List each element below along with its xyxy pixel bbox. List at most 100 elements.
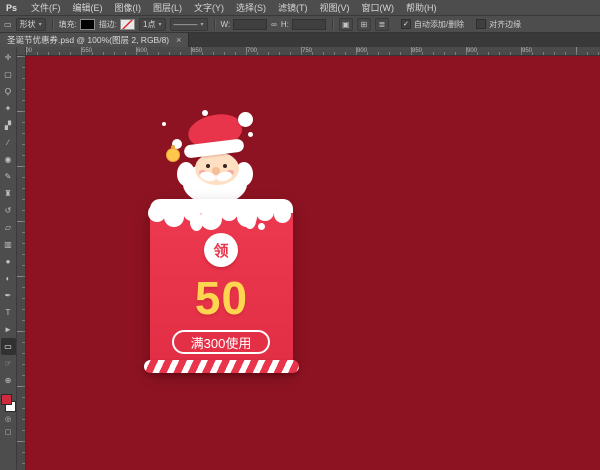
menu-select[interactable]: 选择(S) [230,1,272,14]
menu-file[interactable]: 文件(F) [25,1,67,14]
coupon-amount: 50 [150,273,293,323]
coupon-condition-text: 满300使用 [191,333,252,352]
shape-tool-preset-icon[interactable]: ▭ [4,20,12,29]
vertical-ruler[interactable] [17,56,26,470]
foreground-color-swatch[interactable] [1,394,12,405]
tab-close-icon[interactable]: × [176,35,181,45]
document-tab-bar: 圣诞节优惠券.psd @ 100%(图层 2, RGB/8) × [0,33,600,47]
ruler-label: 600 [137,47,147,55]
height-label: H: [281,20,289,29]
auto-add-delete-checkbox[interactable]: ✓ [401,19,411,29]
document-tab-title: 圣诞节优惠券.psd @ 100%(图层 2, RGB/8) [7,34,169,46]
menu-help[interactable]: 帮助(H) [400,1,443,14]
ruler-label: 850 [412,47,422,55]
snow-bump [200,208,222,230]
envelope-dot [258,223,265,230]
snow-drip [244,212,256,229]
menu-image[interactable]: 图像(I) [109,1,148,14]
ruler-label: 950 [522,47,532,55]
santa-hat-pompom [238,112,253,127]
width-group: W: [221,19,268,30]
santa-nose [212,167,220,175]
menu-layer[interactable]: 图层(L) [147,1,188,14]
chevron-down-icon: ▾ [159,21,162,28]
auto-add-delete-label: 自动添加/删除 [414,19,464,30]
link-dimensions-icon[interactable]: ∞ [271,20,277,29]
chevron-down-icon: ▾ [39,21,42,28]
path-selection-tool-icon[interactable]: ► [1,321,16,338]
tool-mode-dropdown[interactable]: 形状 ▾ [16,18,46,31]
snow-bump [274,206,291,223]
options-separator [52,19,53,30]
menu-filter[interactable]: 滤镜(T) [272,1,314,14]
menu-view[interactable]: 视图(V) [314,1,356,14]
ruler-label: 750 [302,47,312,55]
ruler-label: 550 [82,47,92,55]
fill-group: 填充: [59,19,95,30]
ruler-corner [17,47,26,56]
menu-type[interactable]: 文字(Y) [188,1,230,14]
crop-tool-icon[interactable]: ▞ [1,117,16,134]
zoom-tool-icon[interactable]: ⊕ [1,372,16,389]
snow-drip [190,213,203,231]
hand-tool-icon[interactable]: ☞ [1,355,16,372]
type-tool-icon[interactable]: T [1,304,16,321]
document-tab[interactable]: 圣诞节优惠券.psd @ 100%(图层 2, RGB/8) × [0,33,189,47]
stroke-swatch[interactable] [120,19,135,30]
ruler-label: 650 [192,47,202,55]
stroke-group: 描边: [99,19,135,30]
align-edges-label: 对齐边缘 [489,19,521,30]
coupon-envelope: 领 50 满300使用 [150,199,293,371]
stroke-width-dropdown[interactable]: 1点 ▾ [139,18,165,31]
chevron-down-icon: ▾ [201,21,204,28]
snow-dot [202,110,208,116]
blur-tool-icon[interactable]: ● [1,253,16,270]
color-swatches [1,394,16,412]
tool-mode-value: 形状 [20,19,36,30]
healing-brush-tool-icon[interactable]: ◉ [1,151,16,168]
eyedropper-tool-icon[interactable]: ∕ [1,134,16,151]
santa-eye [206,164,210,168]
menu-edit[interactable]: 编辑(E) [67,1,109,14]
align-edges-checkbox[interactable] [476,19,486,29]
snow-dot [162,122,166,126]
rectangular-marquee-tool-icon[interactable]: ▢ [1,66,16,83]
eraser-tool-icon[interactable]: ▱ [1,219,16,236]
height-group: H: [281,19,326,30]
coupon-badge-text: 领 [213,240,228,261]
coupon-badge: 领 [204,233,238,267]
snow-bump [256,203,274,221]
snow-bump [164,207,184,227]
clone-stamp-tool-icon[interactable]: ♜ [1,185,16,202]
santa-eye [223,164,227,168]
screen-mode-icon[interactable]: ▢ [1,425,16,438]
menu-bar: Ps 文件(F) 编辑(E) 图像(I) 图层(L) 文字(Y) 选择(S) 滤… [0,0,600,16]
history-brush-tool-icon[interactable]: ↺ [1,202,16,219]
quick-selection-tool-icon[interactable]: ✦ [1,100,16,117]
menu-window[interactable]: 窗口(W) [356,1,401,14]
rectangle-tool-icon[interactable]: ▭ [1,338,16,355]
canvas[interactable]: 领 50 满300使用 [26,56,600,470]
dodge-tool-icon[interactable]: ◐ [1,270,16,287]
options-bar: ▭ 形状 ▾ 填充: 描边: 1点 ▾ ——— ▾ W: ∞ H: [0,16,600,33]
stroke-style-dropdown[interactable]: ——— ▾ [170,18,208,31]
brush-tool-icon[interactable]: ✎ [1,168,16,185]
height-input[interactable] [292,19,326,30]
path-alignment-icon[interactable]: ⊞ [357,18,371,31]
quick-mask-icon[interactable]: ◎ [1,412,16,425]
move-tool-icon[interactable]: ✛ [1,49,16,66]
line-style-icon: ——— [174,20,198,29]
path-arrangement-icon[interactable]: ≣ [375,18,389,31]
pen-tool-icon[interactable]: ✒ [1,287,16,304]
workspace: ✛ ▢ Ϙ ✦ ▞ ∕ ◉ ✎ ♜ ↺ ▱ ▥ ● ◐ ✒ T ► ▭ ☞ ⊕ … [0,47,600,470]
candy-stripe-ribbon [144,360,299,373]
lasso-tool-icon[interactable]: Ϙ [1,83,16,100]
fill-swatch[interactable] [80,19,95,30]
ruler-label: 900 [467,47,477,55]
horizontal-ruler[interactable]: 500 550 600 650 700 750 800 850 900 950 [26,47,600,56]
tools-panel: ✛ ▢ Ϙ ✦ ▞ ∕ ◉ ✎ ♜ ↺ ▱ ▥ ● ◐ ✒ T ► ▭ ☞ ⊕ … [0,47,17,470]
photoshop-logo: Ps [0,3,25,13]
gradient-tool-icon[interactable]: ▥ [1,236,16,253]
width-input[interactable] [233,19,267,30]
path-operations-icon[interactable]: ▣ [339,18,353,31]
